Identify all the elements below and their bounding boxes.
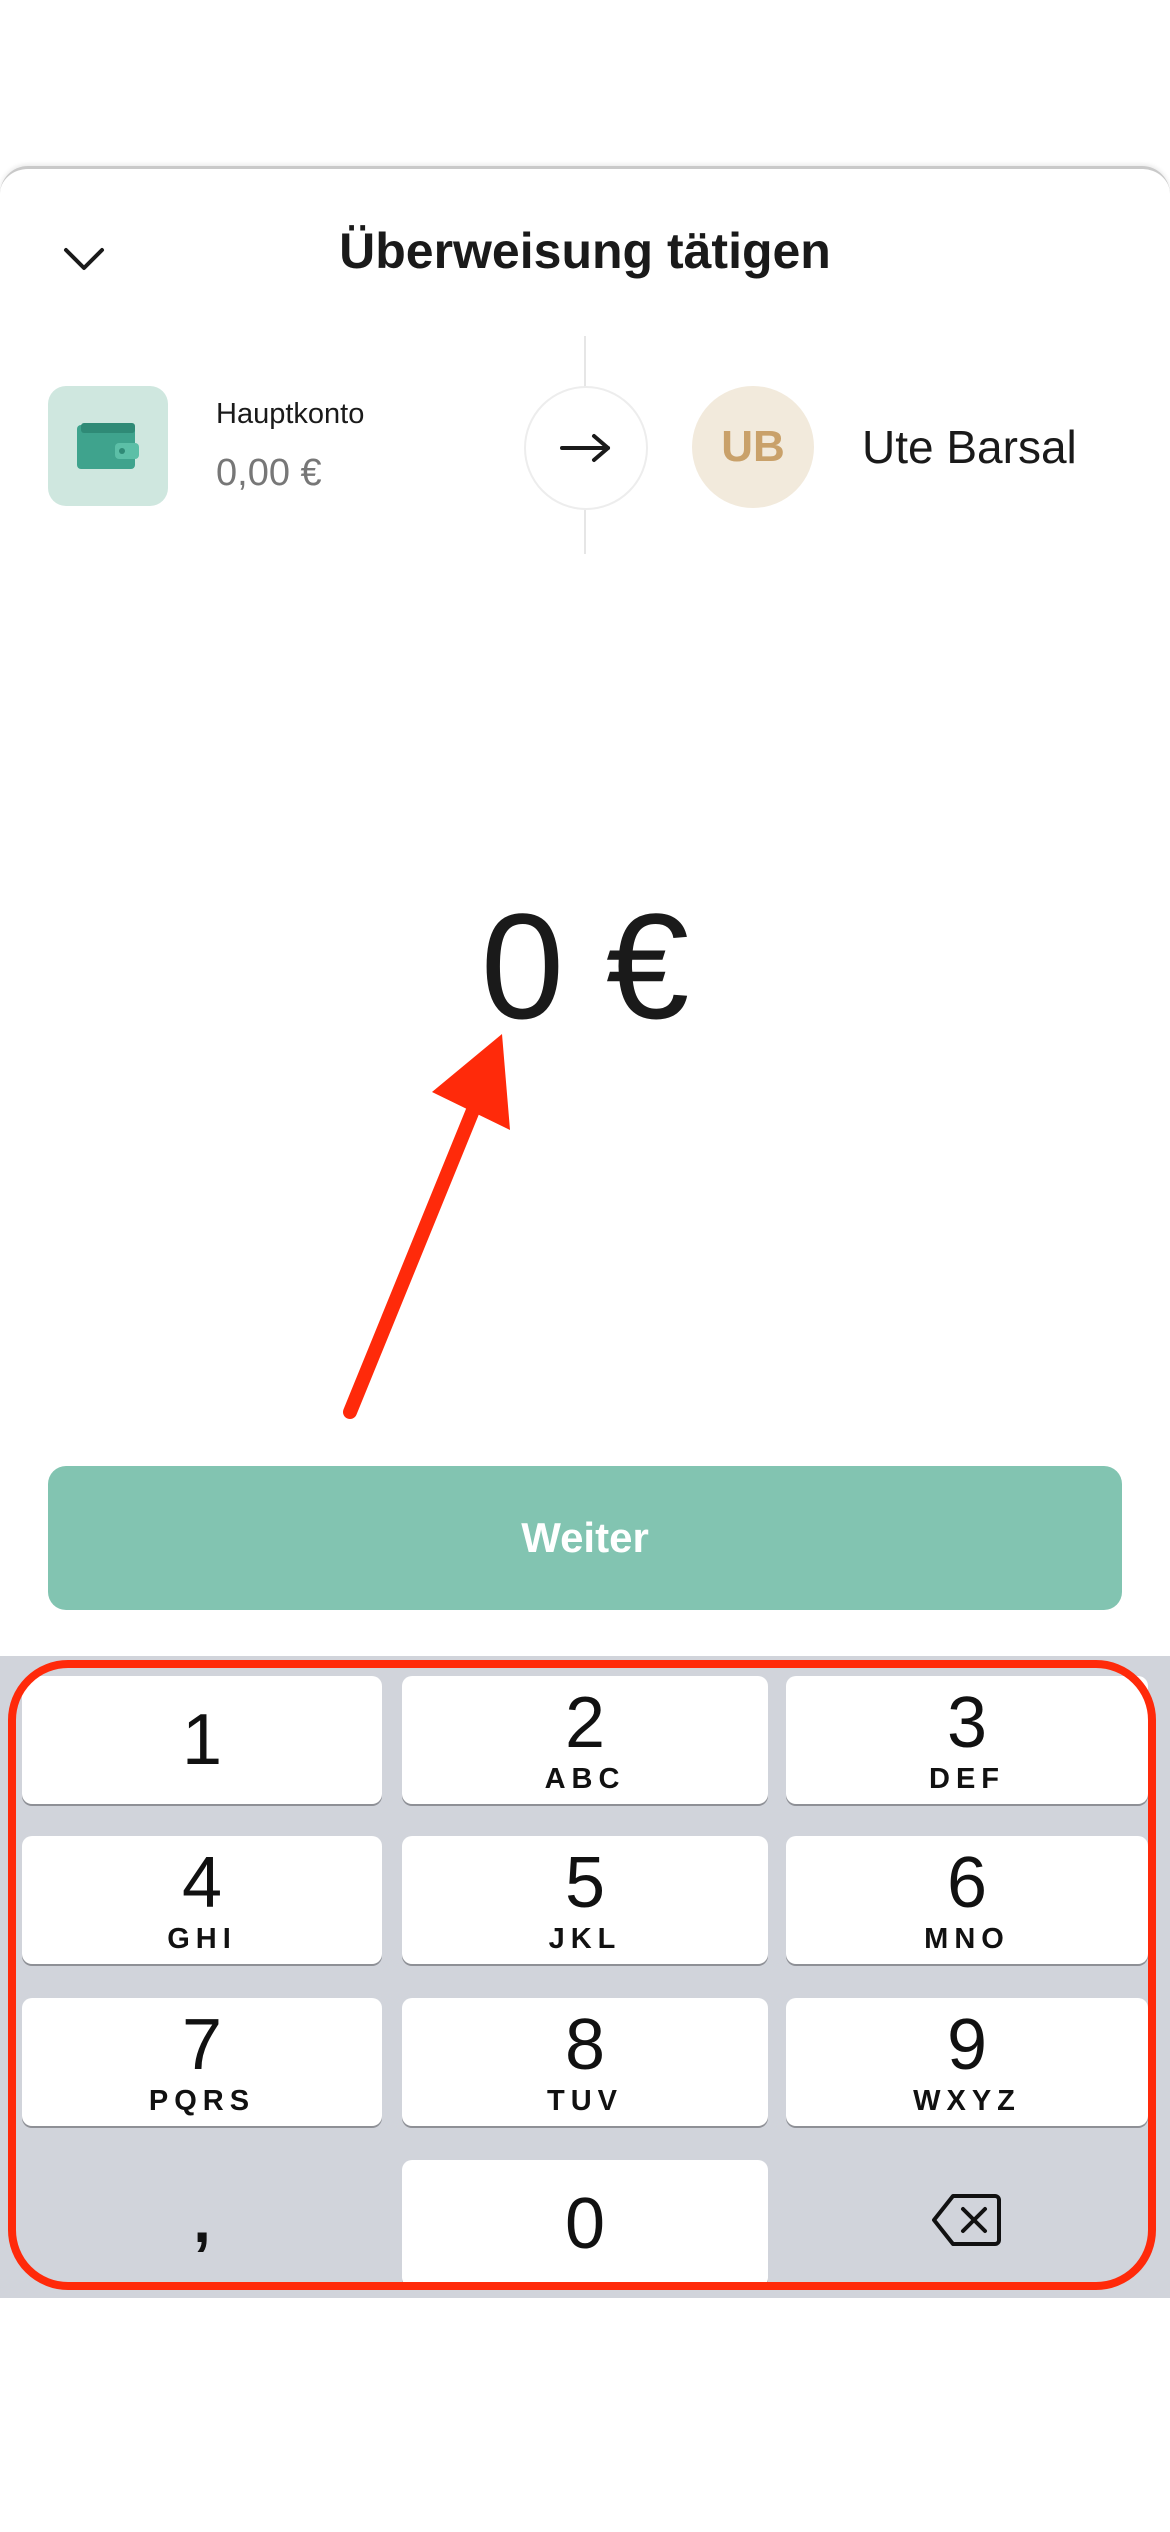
wallet-icon	[77, 423, 139, 469]
page-title: Überweisung tätigen	[339, 223, 831, 279]
transfer-direction	[524, 386, 648, 510]
key-letters: MNO	[924, 1922, 1010, 1955]
key-digit: 4	[181, 1842, 223, 1923]
key-digit: 2	[564, 1682, 606, 1763]
amount-display: 0 €	[480, 882, 690, 1050]
key-3[interactable]: 3 DEF	[786, 1676, 1148, 1804]
key-digit: 3	[946, 1682, 988, 1763]
key-letters: JKL	[548, 1922, 622, 1955]
key-6[interactable]: 6 MNO	[786, 1836, 1148, 1964]
continue-button[interactable]: Weiter	[48, 1466, 1122, 1610]
key-1[interactable]: 1	[22, 1676, 382, 1804]
key-digit: 8	[564, 2004, 606, 2085]
key-digit: 0	[564, 2184, 606, 2264]
key-0[interactable]: 0	[402, 2160, 768, 2288]
key-5[interactable]: 5 JKL	[402, 1836, 768, 1964]
key-digit: 7	[181, 2004, 223, 2085]
key-7[interactable]: 7 PQRS	[22, 1998, 382, 2126]
source-account-selector[interactable]	[48, 386, 168, 506]
key-2[interactable]: 2 ABC	[402, 1676, 768, 1804]
key-digit: 9	[946, 2004, 988, 2085]
key-digit: 5	[564, 1842, 606, 1923]
numeric-keypad: 1 2 ABC 3 DEF 4 GHI 5 JKL 6 MNO 7 PQRS 8…	[0, 1656, 1170, 2298]
key-letters: GHI	[167, 1922, 237, 1955]
key-letters: DEF	[929, 1762, 1005, 1795]
backspace-icon	[932, 2194, 1001, 2246]
key-letters: TUV	[547, 2084, 623, 2117]
key-comma[interactable]: ,	[22, 2156, 382, 2284]
key-backspace[interactable]	[786, 2156, 1148, 2284]
bottom-area	[0, 2298, 1170, 2532]
key-digit: 1	[181, 1700, 223, 1780]
key-letters: PQRS	[148, 2084, 256, 2117]
source-account-balance: 0,00 €	[216, 452, 322, 494]
key-digit: ,	[193, 2184, 211, 2256]
arrow-right-icon	[560, 434, 610, 462]
key-letters: WXYZ	[913, 2084, 1021, 2117]
key-9[interactable]: 9 WXYZ	[786, 1998, 1148, 2126]
key-4[interactable]: 4 GHI	[22, 1836, 382, 1964]
backdrop	[0, 0, 1170, 170]
recipient-avatar[interactable]: UB	[692, 386, 814, 508]
key-letters: ABC	[544, 1762, 626, 1795]
key-8[interactable]: 8 TUV	[402, 1998, 768, 2126]
source-account-name: Hauptkonto	[216, 398, 365, 430]
key-digit: 6	[946, 1842, 988, 1923]
recipient-name[interactable]: Ute Barsal	[862, 420, 1077, 474]
